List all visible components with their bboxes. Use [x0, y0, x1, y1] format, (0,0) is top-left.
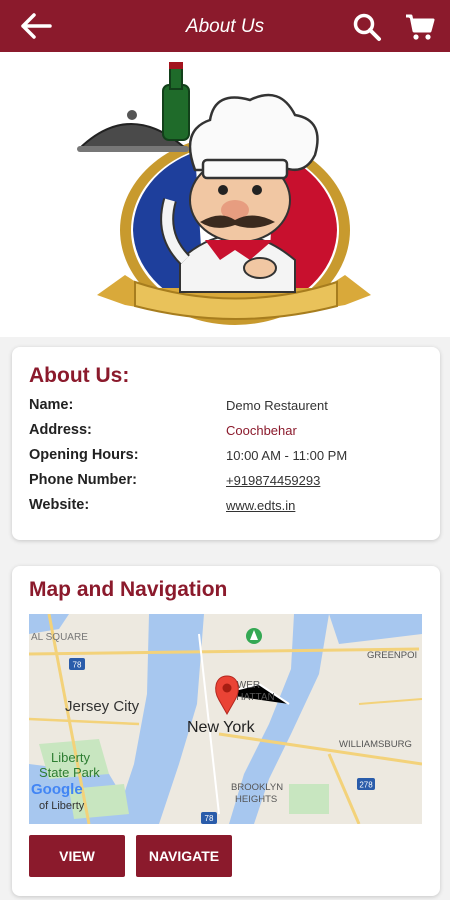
chef-logo [77, 62, 371, 325]
address-row: Address: Coochbehar [29, 422, 429, 444]
map-label-brooklyn: BROOKLYN [231, 782, 283, 793]
hours-value: 10:00 AM - 11:00 PM [226, 448, 348, 463]
hours-row: Opening Hours: 10:00 AM - 11:00 PM [29, 447, 429, 469]
about-card: About Us: Name: Demo Restaurent Address:… [12, 347, 440, 540]
search-icon[interactable] [352, 12, 382, 42]
name-value: Demo Restaurent [226, 398, 328, 413]
map-label-of-liberty: of Liberty [39, 800, 85, 812]
app-bar: About Us [0, 0, 450, 52]
map-label-greenpoint: GREENPOI [367, 650, 417, 661]
hw78b-shield: 78 [205, 814, 214, 823]
phone-label: Phone Number: [29, 472, 137, 488]
hw78-shield: 78 [73, 661, 82, 670]
map-label-williamsburg: WILLIAMSBURG [339, 739, 412, 750]
map-label-state-park: State Park [39, 765, 100, 780]
map-label-square: AL SQUARE [31, 632, 88, 643]
website-row: Website: www.edts.in [29, 497, 429, 519]
map-card: Map and Navigation 78 278 78 AL SQUARE J… [12, 566, 440, 896]
phone-link[interactable]: +919874459293 [226, 473, 320, 488]
map-label-new-york: New York [187, 719, 256, 736]
map-label-liberty: Liberty [51, 750, 91, 765]
map-label-heights: HEIGHTS [235, 794, 277, 805]
name-row: Name: Demo Restaurent [29, 397, 429, 419]
hours-label: Opening Hours: [29, 447, 139, 463]
name-label: Name: [29, 397, 74, 413]
address-label: Address: [29, 422, 92, 438]
phone-row: Phone Number: +919874459293 [29, 472, 429, 494]
park-pin-icon [246, 628, 262, 644]
hw278-shield: 278 [359, 781, 373, 790]
restaurant-logo-area [0, 52, 450, 337]
map-graphic: 78 278 78 AL SQUARE Jersey City OWER NHA… [29, 614, 422, 824]
google-logo: Google [31, 781, 83, 798]
navigate-button[interactable]: NAVIGATE [136, 835, 232, 877]
map-view[interactable]: 78 278 78 AL SQUARE Jersey City OWER NHA… [29, 614, 422, 824]
website-link[interactable]: www.edts.in [226, 498, 295, 513]
map-label-jersey-city: Jersey City [65, 698, 140, 715]
about-heading: About Us: [29, 364, 130, 387]
cart-icon[interactable] [405, 12, 435, 42]
address-value[interactable]: Coochbehar [226, 423, 297, 438]
page-title: About Us [185, 16, 265, 37]
website-label: Website: [29, 497, 90, 513]
view-button[interactable]: VIEW [29, 835, 125, 877]
map-heading: Map and Navigation [29, 578, 228, 601]
